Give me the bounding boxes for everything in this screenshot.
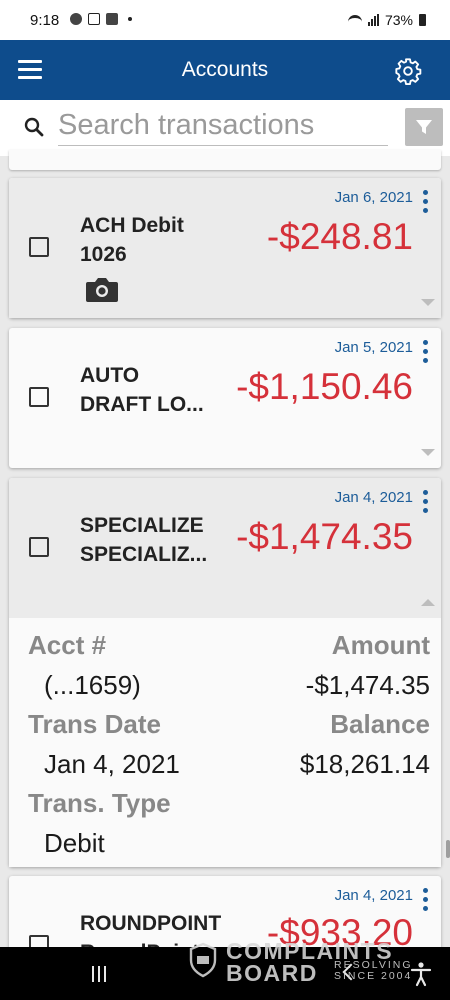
transaction-date: Jan 4, 2021 <box>334 489 413 506</box>
more-options-icon[interactable] <box>421 190 429 216</box>
transaction-date: Jan 4, 2021 <box>334 887 413 904</box>
transaction-card[interactable]: Jan 6, 2021 ACH Debit 1026 -$248.81 <box>9 178 441 318</box>
signal-icon <box>367 14 379 26</box>
transaction-description: SPECIALIZE SPECIALIZ... <box>80 514 208 566</box>
watermark-line2: BOARD <box>226 960 318 986</box>
trans-date-label: Trans Date <box>28 709 161 739</box>
filter-icon <box>416 120 432 134</box>
trans-date-value: Jan 4, 2021 <box>44 749 180 779</box>
gear-icon[interactable] <box>394 57 422 85</box>
more-options-icon[interactable] <box>421 888 429 914</box>
search-icon <box>24 117 44 137</box>
more-notifications-icon <box>128 17 132 21</box>
status-bar: 9:18 73% <box>0 0 450 40</box>
page-title: Accounts <box>181 58 269 81</box>
watermark-tagline: RESOLVING SINCE 2004 <box>334 959 413 982</box>
transaction-amount: -$1,474.35 <box>236 516 413 557</box>
transaction-card-expanded[interactable]: Jan 4, 2021 SPECIALIZE SPECIALIZ... -$1,… <box>9 478 441 867</box>
previous-transaction-card <box>9 150 441 170</box>
transaction-description: AUTO DRAFT LO... <box>80 364 204 416</box>
screen-notification-icon <box>88 13 100 25</box>
expand-chevron-icon[interactable] <box>421 299 435 306</box>
collapse-chevron-icon[interactable] <box>421 599 435 606</box>
more-options-icon[interactable] <box>421 340 429 366</box>
acct-value: (...1659) <box>44 670 141 700</box>
transaction-details: Acct # Amount (...1659) -$1,474.35 Trans… <box>9 618 441 867</box>
battery-icon <box>419 14 426 26</box>
app-bar: Accounts <box>0 40 450 100</box>
app-notification-icon <box>106 13 118 25</box>
amount-value: -$1,474.35 <box>305 670 430 700</box>
status-time: 9:18 <box>30 12 60 29</box>
more-options-icon[interactable] <box>421 490 429 516</box>
trans-type-label: Trans. Type <box>28 788 171 818</box>
transaction-checkbox[interactable] <box>29 387 49 407</box>
transaction-date: Jan 5, 2021 <box>334 339 413 356</box>
transaction-checkbox[interactable] <box>29 237 49 257</box>
filter-button[interactable] <box>405 108 443 146</box>
watermark: COMPLAINTS BOARD RESOLVING SINCE 2004 <box>188 938 418 986</box>
trans-type-value: Debit <box>44 828 105 858</box>
wifi-icon <box>347 15 362 25</box>
transaction-card[interactable]: Jan 5, 2021 AUTO DRAFT LO... -$1,150.46 <box>9 328 441 468</box>
facebook-notification-icon <box>70 13 82 25</box>
scrollbar[interactable] <box>446 840 450 858</box>
search-bar <box>0 100 450 156</box>
acct-label: Acct # <box>28 630 107 660</box>
transaction-date: Jan 6, 2021 <box>334 189 413 206</box>
camera-icon[interactable] <box>85 276 119 303</box>
expand-chevron-icon[interactable] <box>421 449 435 456</box>
balance-value: $18,261.14 <box>299 749 430 779</box>
balance-label: Balance <box>330 709 430 739</box>
complaints-board-logo-icon <box>189 942 217 978</box>
recent-apps-icon[interactable] <box>92 966 106 982</box>
battery-percent: 73% <box>384 12 413 28</box>
transaction-description: ACH Debit 1026 <box>80 214 184 266</box>
transaction-amount: -$1,150.46 <box>236 366 413 407</box>
search-input[interactable] <box>58 106 388 146</box>
transaction-amount: -$248.81 <box>266 216 413 257</box>
transaction-checkbox[interactable] <box>29 537 49 557</box>
amount-label: Amount <box>331 630 430 660</box>
